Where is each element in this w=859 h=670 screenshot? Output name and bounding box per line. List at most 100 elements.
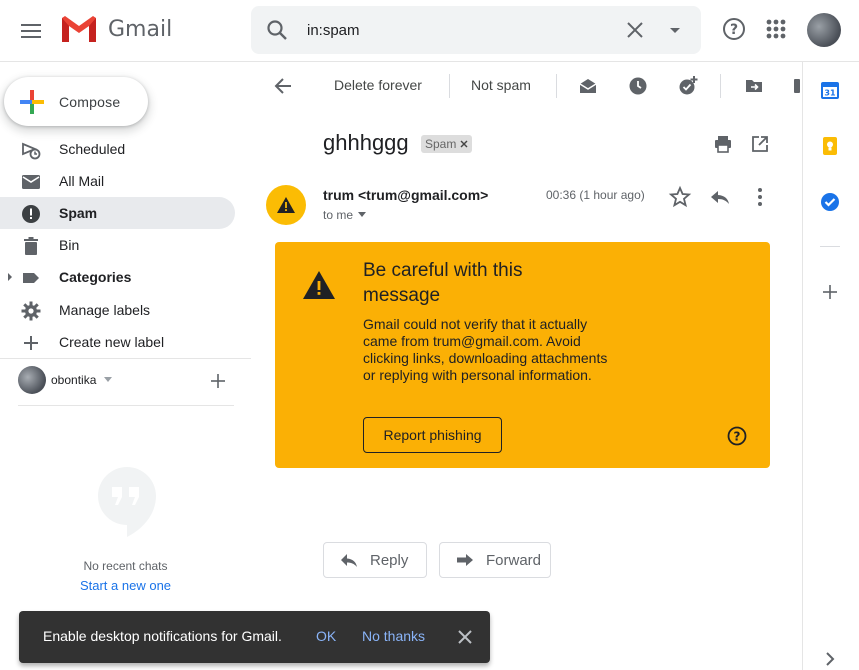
- spam-icon: [22, 205, 40, 223]
- forward-label: Forward: [486, 551, 542, 569]
- scheduled-icon: [22, 142, 41, 160]
- label-icon: [23, 273, 39, 283]
- calendar-icon[interactable]: 31: [820, 80, 840, 100]
- user-avatar: [18, 366, 46, 394]
- get-addons-plus-icon[interactable]: [820, 282, 840, 302]
- start-new-chat-link[interactable]: Start a new one: [0, 578, 251, 593]
- snooze-clock-icon[interactable]: [628, 76, 648, 96]
- sidebar-item-all-mail[interactable]: All Mail: [0, 165, 235, 197]
- svg-text:?: ?: [734, 430, 741, 444]
- warning-body: Gmail could not verify that it actually …: [363, 316, 608, 383]
- open-in-new-window-icon[interactable]: [750, 134, 770, 154]
- tasks-icon[interactable]: [820, 192, 840, 212]
- sidebar-item-label: Bin: [59, 237, 80, 253]
- phishing-warning-banner: Be careful with this message Gmail could…: [275, 242, 770, 468]
- search-icon[interactable]: [265, 18, 289, 42]
- bin-icon: [24, 237, 38, 255]
- gmail-logo[interactable]: Gmail: [60, 14, 172, 44]
- account-avatar[interactable]: [807, 13, 841, 47]
- gmail-m-icon: [62, 16, 96, 42]
- user-status-caret-icon[interactable]: [103, 377, 113, 383]
- star-icon[interactable]: [668, 185, 692, 209]
- expand-side-panel-icon[interactable]: [820, 650, 840, 668]
- warning-triangle-icon: [303, 271, 335, 299]
- more-options-icon[interactable]: [750, 185, 770, 209]
- warning-triangle-icon: [277, 197, 295, 213]
- sidebar-item-label: Create new label: [59, 334, 165, 350]
- to-me-label: to me: [323, 208, 354, 222]
- hangouts-user-row[interactable]: obontika: [18, 366, 238, 396]
- sidebar-item-create-new-label[interactable]: Create new label: [0, 326, 235, 358]
- sender-name-email: trum <trum@gmail.com>: [323, 187, 489, 203]
- search-bar: [251, 6, 701, 54]
- sidebar-item-label: Categories: [59, 269, 132, 285]
- main-menu-button[interactable]: [14, 14, 48, 48]
- sidebar-item-categories[interactable]: Categories: [0, 261, 235, 293]
- toolbar-divider: [556, 74, 557, 98]
- warning-title: Be careful with this message: [363, 260, 523, 306]
- print-icon[interactable]: [713, 134, 733, 154]
- back-arrow-icon[interactable]: [273, 76, 293, 96]
- forward-icon: [457, 554, 473, 566]
- no-recent-chats-text: No recent chats: [83, 559, 168, 573]
- add-to-tasks-icon[interactable]: [678, 76, 698, 96]
- all-mail-icon: [22, 175, 40, 189]
- user-name: obontika: [51, 373, 97, 387]
- compose-plus-icon: [20, 89, 44, 114]
- remove-label-icon[interactable]: [460, 140, 468, 148]
- sidebar-item-label: Scheduled: [59, 141, 126, 157]
- message-subject: ghhhggg: [323, 130, 409, 155]
- delete-forever-button[interactable]: Delete forever: [334, 77, 422, 93]
- keep-icon[interactable]: [820, 136, 840, 156]
- toolbar-overflow-indicator: [794, 79, 800, 93]
- help-icon[interactable]: ?: [720, 15, 748, 43]
- report-phishing-button[interactable]: Report phishing: [363, 417, 502, 453]
- gear-icon: [21, 301, 41, 321]
- message-time: 00:36 (1 hour ago): [546, 188, 645, 202]
- move-to-icon[interactable]: [744, 76, 764, 96]
- help-icon[interactable]: ?: [726, 425, 748, 447]
- chat-bubble-icon: [98, 467, 156, 537]
- reply-icon: [341, 554, 357, 567]
- add-chat-icon[interactable]: [211, 374, 225, 388]
- spam-chip-label: Spam: [425, 137, 457, 151]
- recipient-details[interactable]: to me: [323, 208, 367, 222]
- plus-icon: [24, 336, 38, 350]
- reply-label: Reply: [370, 551, 409, 569]
- clear-search-icon[interactable]: [623, 18, 647, 42]
- search-options-caret-icon[interactable]: [663, 18, 687, 42]
- sidebar-item-scheduled[interactable]: Scheduled: [0, 133, 235, 165]
- svg-text:?: ?: [730, 22, 738, 38]
- spam-label-chip: Spam: [421, 135, 473, 153]
- sidebar-item-manage-labels[interactable]: Manage labels: [0, 294, 235, 326]
- sidebar-item-label: Manage labels: [59, 302, 151, 318]
- close-icon[interactable]: [456, 628, 474, 646]
- compose-label: Compose: [59, 93, 121, 110]
- snackbar-message: Enable desktop notifications for Gmail.: [43, 628, 282, 644]
- gmail-logo-text: Gmail: [108, 16, 173, 42]
- search-input[interactable]: [307, 20, 607, 40]
- hangouts-divider: [18, 405, 234, 406]
- reply-button[interactable]: Reply: [323, 542, 427, 578]
- sidebar-item-spam[interactable]: Spam: [0, 197, 235, 229]
- calendar-day: 31: [824, 89, 836, 98]
- hamburger-icon: [21, 24, 41, 38]
- compose-button[interactable]: Compose: [4, 77, 148, 126]
- sidebar-divider: [0, 358, 251, 359]
- forward-button[interactable]: Forward: [439, 542, 551, 578]
- sidebar-item-label: All Mail: [59, 173, 105, 189]
- top-bar: Gmail ?: [0, 0, 859, 62]
- snackbar-no-thanks-button[interactable]: No thanks: [362, 628, 425, 644]
- toolbar-divider: [720, 74, 721, 98]
- desktop-notification-snackbar: Enable desktop notifications for Gmail. …: [19, 611, 490, 663]
- reply-icon[interactable]: [708, 185, 732, 209]
- expand-arrow-icon[interactable]: [6, 273, 14, 281]
- side-panel-divider: [820, 246, 840, 247]
- snackbar-ok-button[interactable]: OK: [316, 628, 336, 644]
- sender-avatar: [266, 185, 306, 225]
- mark-unread-icon[interactable]: [578, 76, 598, 96]
- not-spam-button[interactable]: Not spam: [471, 77, 531, 93]
- apps-grid-icon[interactable]: [762, 15, 790, 43]
- sidebar-item-bin[interactable]: Bin: [0, 229, 235, 261]
- toolbar-divider: [449, 74, 450, 98]
